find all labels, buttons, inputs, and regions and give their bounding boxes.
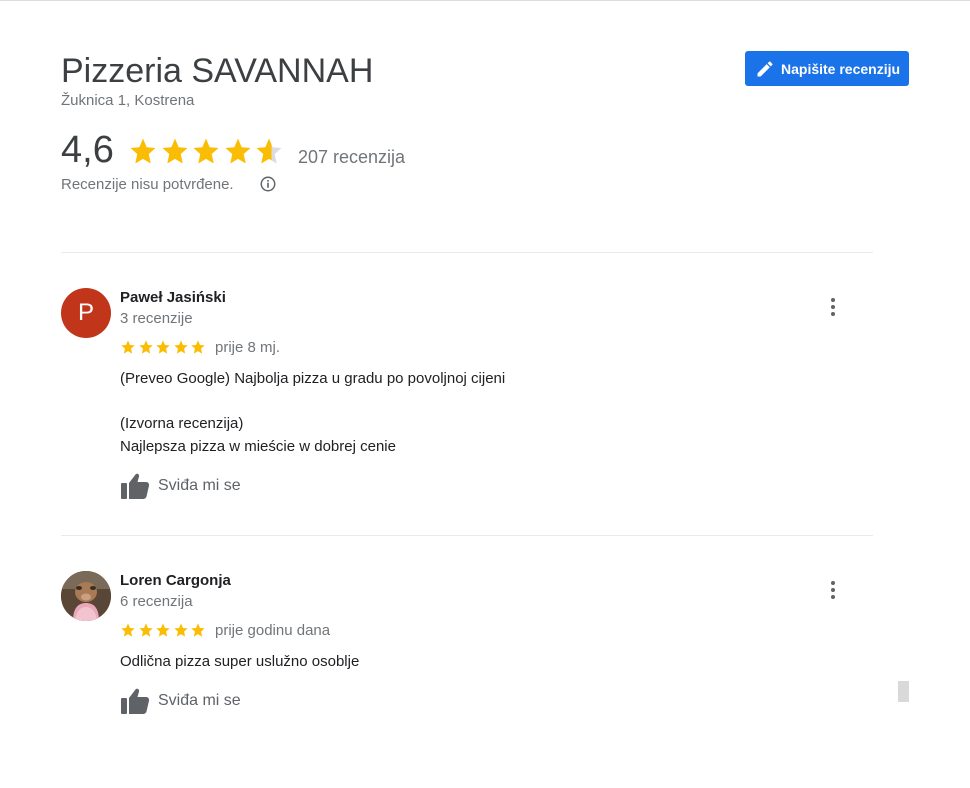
review-text: (Preveo Google) Najbolja pizza u gradu p… — [120, 368, 860, 458]
review-text-translated: (Preveo Google) Najbolja pizza u gradu p… — [120, 370, 506, 387]
star-icon — [138, 340, 153, 354]
star-icon — [191, 623, 205, 637]
more-options-icon[interactable] — [823, 296, 843, 318]
star-icon — [225, 138, 250, 164]
like-button[interactable]: Sviđa mi se — [120, 472, 241, 500]
review-text-original: Najlepsza pizza w mieście w dobrej cenie — [120, 437, 396, 455]
reviewer-review-count: 6 recenzija — [120, 593, 193, 610]
star-icon — [193, 138, 219, 164]
business-name: Pizzeria SAVANNAH — [61, 52, 374, 90]
divider — [61, 252, 873, 253]
original-review-label: (Izvorna recenzija) — [120, 415, 244, 432]
reviewer-review-count: 3 recenzije — [120, 310, 193, 327]
unverified-note: Recenzije nisu potvrđene. — [61, 176, 234, 193]
rating-stars — [128, 136, 286, 166]
star-icon — [156, 340, 170, 354]
review-stars — [120, 622, 208, 638]
star-icon — [156, 623, 170, 637]
star-icon — [130, 138, 156, 164]
avatar[interactable]: P — [61, 288, 111, 338]
avatar[interactable] — [61, 571, 111, 621]
review-stars — [120, 339, 208, 355]
star-icon — [162, 138, 187, 164]
thumbs-up-icon — [121, 688, 150, 714]
star-icon — [191, 340, 205, 354]
reviewer-name[interactable]: Paweł Jasiński — [120, 289, 226, 307]
avatar-letter: P — [77, 299, 94, 326]
like-button[interactable]: Sviđa mi se — [120, 687, 241, 715]
star-icon — [121, 340, 135, 354]
pencil-icon — [755, 59, 775, 79]
avatar-photo — [61, 571, 111, 621]
star-icon — [256, 138, 282, 164]
more-options-icon[interactable] — [823, 579, 843, 601]
business-address: Žuknica 1, Kostrena — [61, 92, 195, 109]
review-date: prije 8 mj. — [215, 339, 281, 356]
review-date: prije godinu dana — [215, 622, 331, 639]
write-review-button[interactable]: Napišite recenziju — [745, 51, 909, 86]
reviewer-name[interactable]: Loren Cargonja — [120, 572, 231, 590]
review-count-link[interactable]: 207 recenzija — [298, 146, 405, 168]
scrollbar-thumb[interactable] — [898, 681, 909, 702]
rating-score: 4,6 — [61, 129, 114, 171]
thumbs-up-icon — [121, 473, 150, 499]
review-text: Odlična pizza super uslužno osoblje — [120, 653, 360, 670]
like-label: Sviđa mi se — [158, 477, 241, 494]
star-icon — [173, 340, 188, 354]
star-icon — [138, 623, 153, 637]
write-review-label: Napišite recenziju — [781, 60, 901, 77]
top-border — [0, 0, 970, 1]
star-icon — [121, 623, 135, 637]
like-label: Sviđa mi se — [158, 692, 241, 709]
info-icon[interactable] — [259, 175, 277, 193]
divider — [61, 535, 873, 536]
star-icon — [173, 623, 188, 637]
